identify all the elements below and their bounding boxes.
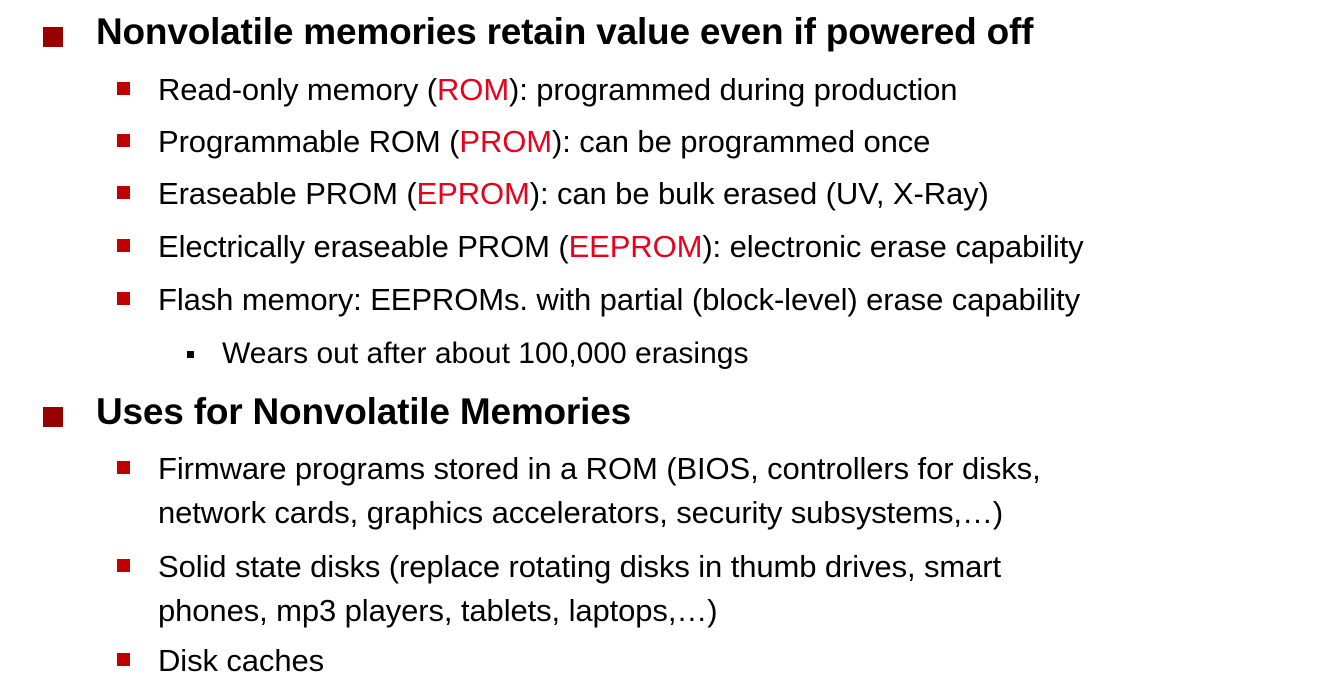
item-bullet-icon xyxy=(117,239,130,252)
list-item-eeprom: Electrically eraseable PROM (EEPROM): el… xyxy=(158,225,1084,268)
list-item-disk-caches: Disk caches xyxy=(158,643,325,678)
list-item-firmware-line1: Firmware programs stored in a ROM (BIOS,… xyxy=(158,451,1041,486)
subitem-bullet-icon xyxy=(187,351,194,358)
acronym-eprom: EPROM xyxy=(416,176,530,211)
list-item-rom: Read-only memory (ROM): programmed durin… xyxy=(158,68,958,111)
item-text: ): programmed during production xyxy=(509,72,958,107)
item-text: ): can be programmed once xyxy=(551,124,931,159)
item-text: Read-only memory ( xyxy=(158,72,438,107)
item-text: Electrically eraseable PROM ( xyxy=(158,229,569,264)
item-text: Eraseable PROM ( xyxy=(158,176,417,211)
item-bullet-icon xyxy=(117,186,130,199)
slide: Nonvolatile memories retain value even i… xyxy=(0,0,1321,695)
section-heading-uses: Uses for Nonvolatile Memories xyxy=(96,391,631,432)
list-item-flash: Flash memory: EEPROMs. with partial (blo… xyxy=(158,282,1080,317)
section-heading-nonvolatile: Nonvolatile memories retain value even i… xyxy=(96,11,1034,52)
list-item-eprom: Eraseable PROM (EPROM): can be bulk eras… xyxy=(158,172,989,215)
item-bullet-icon xyxy=(117,134,130,147)
list-item-ssd-line1: Solid state disks (replace rotating disk… xyxy=(158,549,1001,584)
list-item-ssd-line2: phones, mp3 players, tablets, laptops,…) xyxy=(158,593,718,628)
item-bullet-icon xyxy=(117,559,130,572)
item-bullet-icon xyxy=(117,82,130,95)
list-item-prom: Programmable ROM (PROM): can be programm… xyxy=(158,120,930,163)
item-bullet-icon xyxy=(117,653,130,666)
acronym-rom: ROM xyxy=(437,72,510,107)
item-text: ): electronic erase capability xyxy=(702,229,1084,264)
item-text: ): can be bulk erased (UV, X-Ray) xyxy=(529,176,989,211)
item-bullet-icon xyxy=(117,292,130,305)
subitem-wears-out: Wears out after about 100,000 erasings xyxy=(222,337,749,370)
section-bullet-icon xyxy=(43,407,63,427)
item-bullet-icon xyxy=(117,461,130,474)
list-item-firmware-line2: network cards, graphics accelerators, se… xyxy=(158,495,1004,530)
section-bullet-icon xyxy=(43,27,63,47)
acronym-prom: PROM xyxy=(459,124,552,159)
acronym-eeprom: EEPROM xyxy=(568,229,703,264)
item-text: Programmable ROM ( xyxy=(158,124,460,159)
